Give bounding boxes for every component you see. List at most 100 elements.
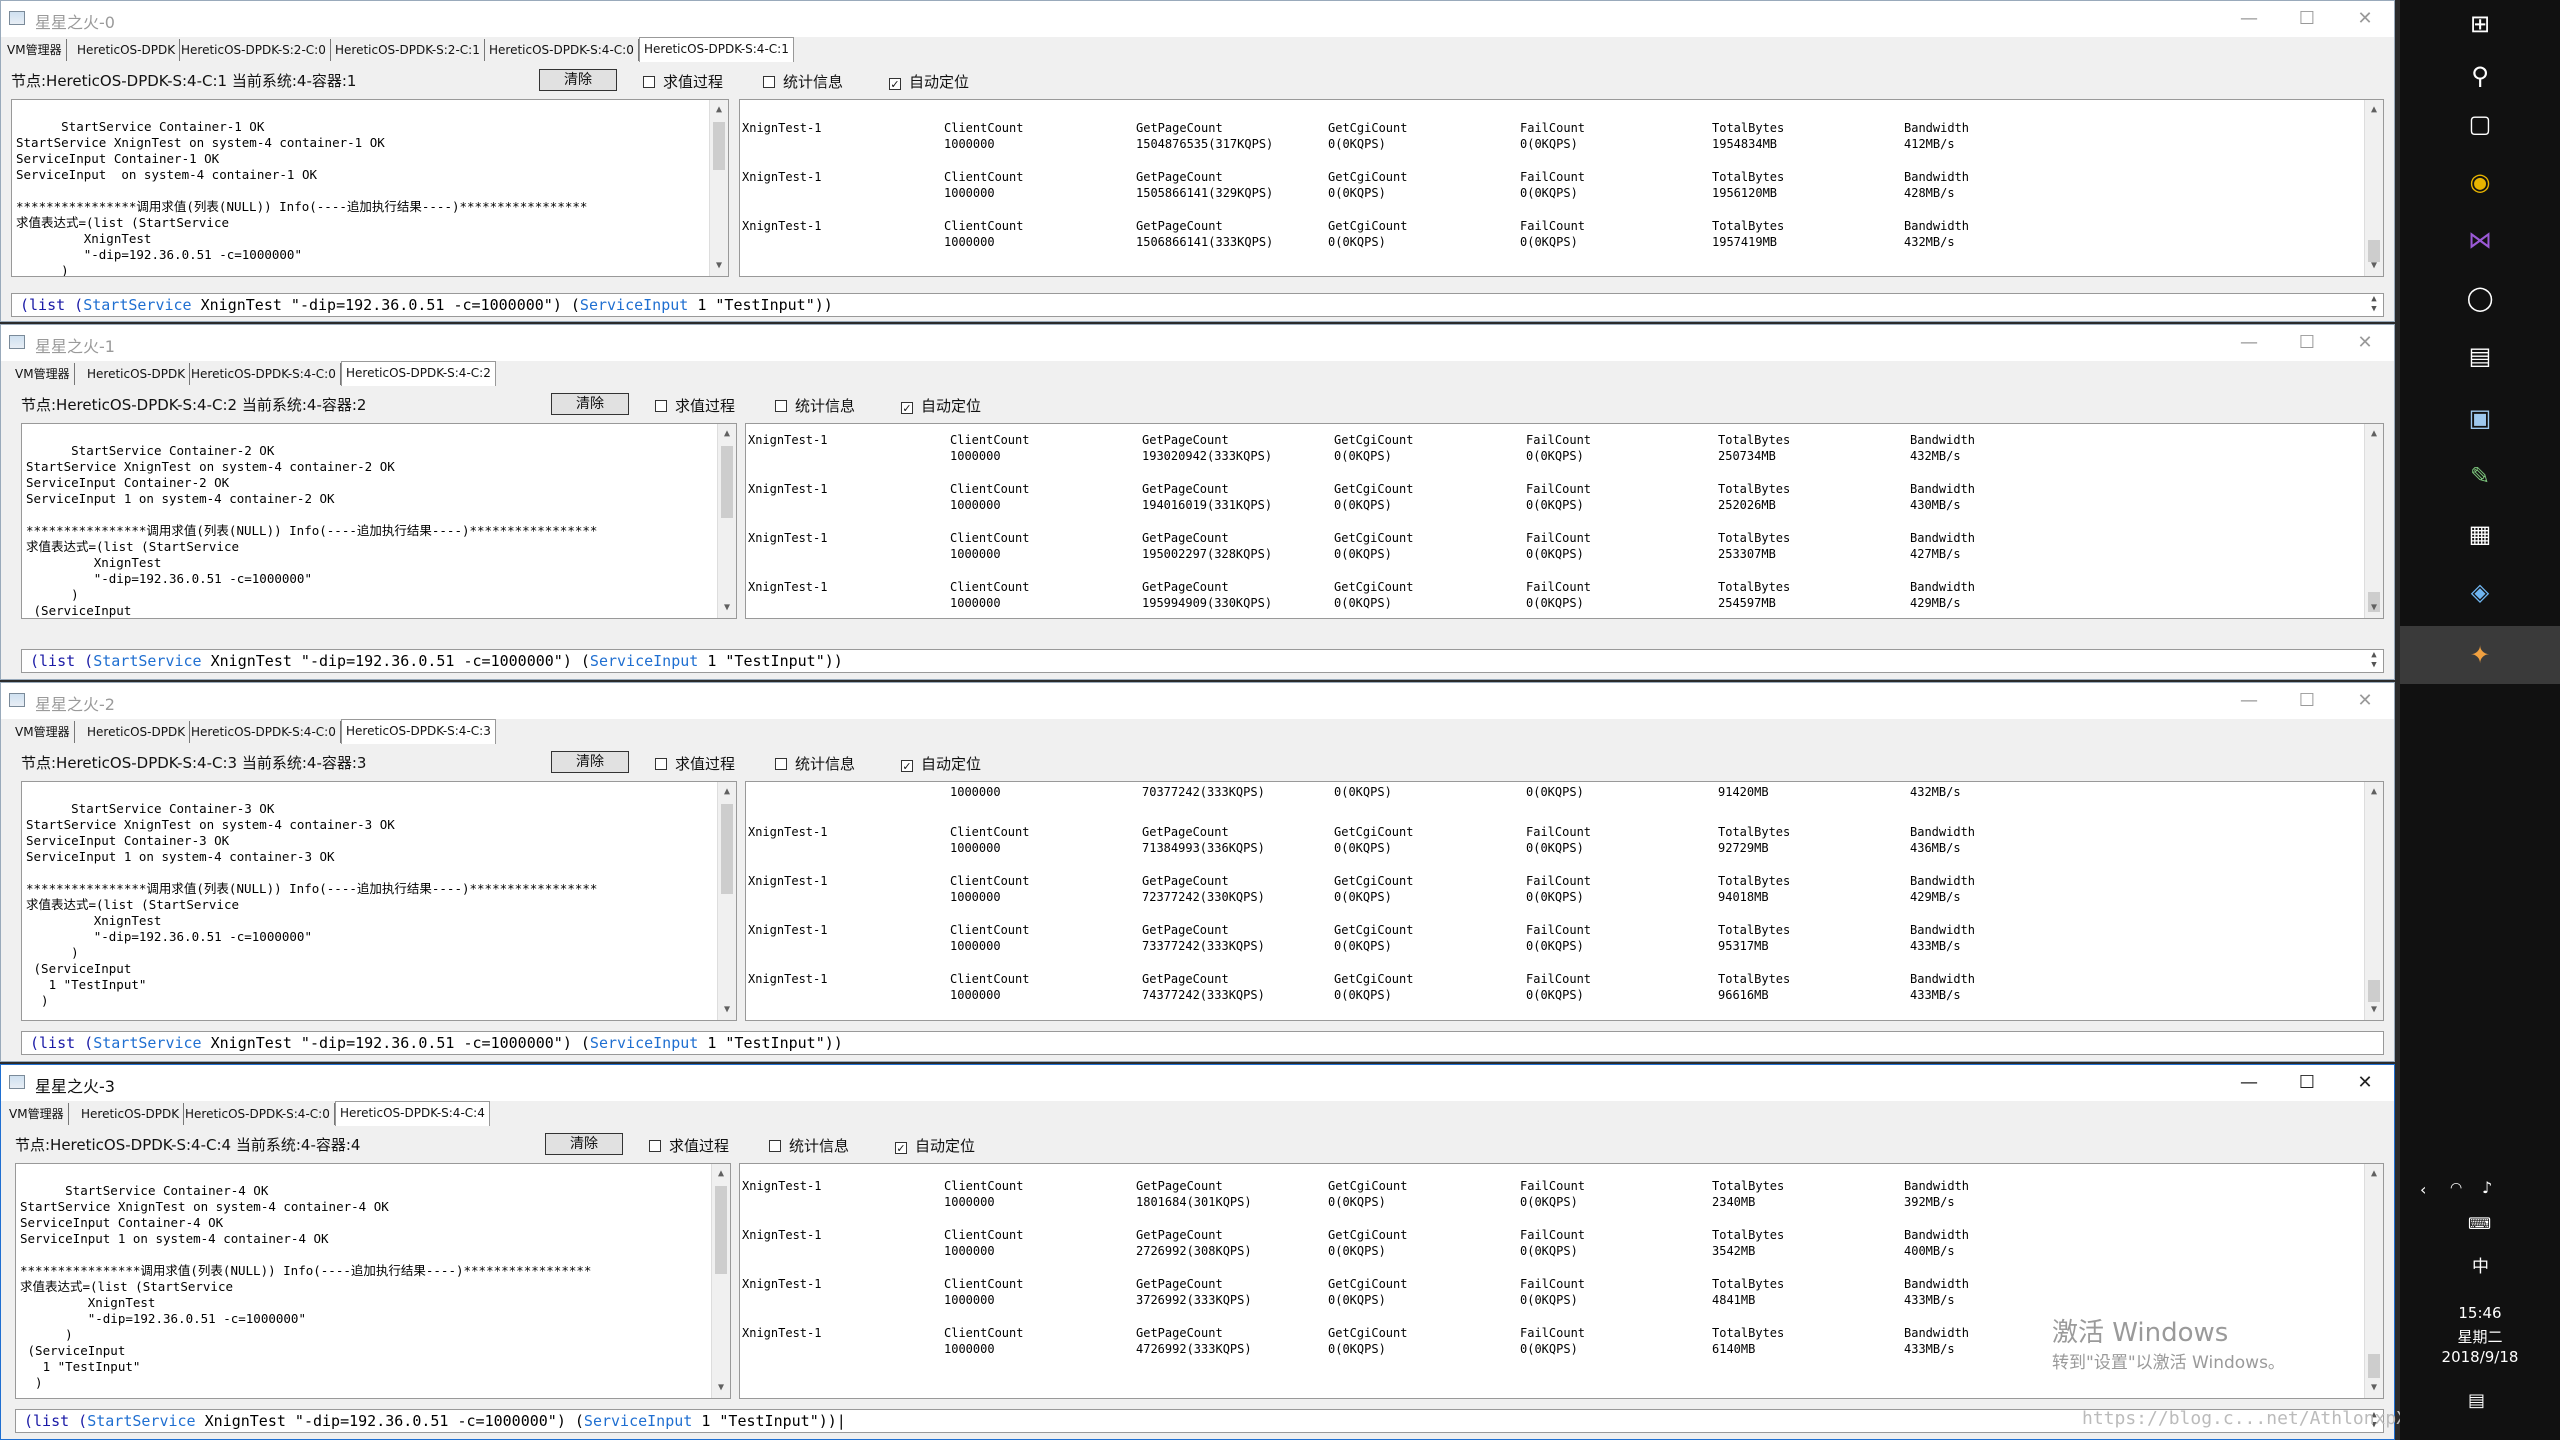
chevron-up-icon[interactable]: ‹	[2420, 1180, 2426, 1199]
command-input[interactable]: (list (StartService XnignTest "-dip=192.…	[21, 649, 2384, 673]
log-output[interactable]: StartService Container-1 OK StartService…	[11, 99, 729, 277]
search-icon[interactable]: ⚲	[2456, 52, 2504, 100]
titlebar[interactable]: 星星之火-2 — ☐ ✕	[1, 683, 2394, 719]
command-spin-icon[interactable]: ▲ ▼	[2365, 650, 2383, 672]
clock-time[interactable]: 15:46	[2400, 1304, 2560, 1322]
minimize-button[interactable]: —	[2220, 1065, 2278, 1101]
remote-desktop-icon[interactable]: ▣	[2456, 394, 2504, 442]
calculator-icon[interactable]: ▦	[2456, 510, 2504, 558]
maximize-button[interactable]: ☐	[2278, 325, 2336, 361]
tab-dpdk[interactable]: HereticOS-DPDK	[83, 363, 191, 385]
stats-panel[interactable]: ▲ ▼ XnignTest-1 ClientCount 1000000 GetPageC…	[745, 423, 2384, 619]
eval-process-checkbox[interactable]: 求值过程	[655, 753, 735, 774]
visual-studio-icon[interactable]: ⋈	[2456, 216, 2504, 264]
close-button[interactable]: ✕	[2336, 1065, 2394, 1101]
ime-indicator[interactable]: 中	[2472, 1252, 2489, 1277]
log-text: StartService Container-1 OK StartService…	[16, 119, 588, 277]
window-title: 星星之火-0	[35, 13, 115, 32]
minimize-button[interactable]: —	[2220, 1, 2278, 37]
stats-cell: Bandwidth 432MB/s	[1910, 433, 1976, 463]
maximize-button[interactable]: ☐	[2278, 1065, 2336, 1101]
volume-icon[interactable]: ♪	[2482, 1178, 2492, 1197]
stats-panel[interactable]: ▲ ▼ XnignTest-1 ClientCount 1000000 GetPageC…	[739, 99, 2384, 277]
window-3[interactable]: 星星之火-3 — ☐ ✕ VM管理器 HereticOS-DPDK Hereti…	[0, 1064, 2395, 1440]
eval-process-checkbox[interactable]: 求值过程	[643, 71, 723, 92]
titlebar[interactable]: 星星之火-3 — ☐ ✕	[1, 1065, 2394, 1101]
command-input[interactable]: (list (StartService XnignTest "-dip=192.…	[15, 1409, 2384, 1433]
close-button[interactable]: ✕	[2336, 683, 2394, 719]
stats-scrollbar[interactable]: ▲ ▼	[2364, 100, 2383, 276]
log-output[interactable]: StartService Container-3 OK StartService…	[21, 781, 737, 1021]
clear-button[interactable]: 清除	[551, 751, 629, 773]
terminal-icon[interactable]: ▤	[2456, 332, 2504, 380]
tab-s4c0[interactable]: HereticOS-DPDK-S:4-C:0	[187, 721, 341, 743]
eval-process-checkbox[interactable]: 求值过程	[649, 1135, 729, 1156]
minimize-button[interactable]: —	[2220, 683, 2278, 719]
stats-scrollbar[interactable]: ▲ ▼	[2364, 424, 2383, 618]
stats-panel[interactable]: ▲ ▼ 1000000 70377242(333KQPS) 0(0KQPS) 0(0KQ…	[745, 781, 2384, 1021]
tab-vm-manager[interactable]: VM管理器	[5, 1103, 69, 1125]
auto-position-checkbox[interactable]: ✓ 自动定位	[901, 753, 981, 774]
clear-button[interactable]: 清除	[551, 393, 629, 415]
windows-start-icon[interactable]: ⊞	[2456, 0, 2504, 48]
log-scrollbar[interactable]: ▲ ▼	[717, 782, 736, 1020]
close-button[interactable]: ✕	[2336, 1, 2394, 37]
wifi-icon[interactable]: ◠	[2450, 1180, 2462, 1196]
stats-scrollbar[interactable]: ▲ ▼	[2364, 1164, 2383, 1398]
tab-s4c1[interactable]: HereticOS-DPDK-S:4-C:1	[639, 37, 794, 62]
stats-scrollbar[interactable]: ▲ ▼	[2364, 782, 2383, 1020]
chrome-icon[interactable]: ◉	[2456, 158, 2504, 206]
tab-vm-manager[interactable]: VM管理器	[3, 39, 67, 61]
minimize-button[interactable]: —	[2220, 325, 2278, 361]
stats-info-checkbox[interactable]: 统计信息	[775, 395, 855, 416]
tab-s2c0[interactable]: HereticOS-DPDK-S:2-C:0	[177, 39, 331, 61]
app-icon-active[interactable]: ✦	[2400, 626, 2560, 684]
window-0[interactable]: 星星之火-0 — ☐ ✕ VM管理器 HereticOS-DPDK Hereti…	[0, 0, 2395, 322]
tab-s4c0[interactable]: HereticOS-DPDK-S:4-C:0	[485, 39, 639, 61]
stats-service-name: XnignTest-1	[748, 482, 828, 496]
window-1[interactable]: 星星之火-1 — ☐ ✕ VM管理器 HereticOS-DPDK Hereti…	[0, 324, 2395, 680]
task-view-icon[interactable]: ▢	[2456, 100, 2504, 148]
log-output[interactable]: StartService Container-2 OK StartService…	[21, 423, 737, 619]
log-output[interactable]: StartService Container-4 OK StartService…	[15, 1163, 731, 1399]
notepad-icon[interactable]: ✎	[2456, 452, 2504, 500]
ie-icon[interactable]: ◈	[2456, 568, 2504, 616]
tab-s4c4[interactable]: HereticOS-DPDK-S:4-C:4	[335, 1101, 490, 1126]
tab-dpdk[interactable]: HereticOS-DPDK	[73, 39, 181, 61]
titlebar[interactable]: 星星之火-1 — ☐ ✕	[1, 325, 2394, 361]
command-spin-icon[interactable]: ▲ ▼	[2365, 294, 2383, 316]
tab-s4c0[interactable]: HereticOS-DPDK-S:4-C:0	[187, 363, 341, 385]
opera-icon[interactable]: ◯	[2456, 274, 2504, 322]
window-2[interactable]: 星星之火-2 — ☐ ✕ VM管理器 HereticOS-DPDK Hereti…	[0, 682, 2395, 1062]
tab-s4c3[interactable]: HereticOS-DPDK-S:4-C:3	[341, 719, 496, 744]
titlebar[interactable]: 星星之火-0 — ☐ ✕	[1, 1, 2394, 37]
clear-button[interactable]: 清除	[539, 69, 617, 91]
tab-s4c2[interactable]: HereticOS-DPDK-S:4-C:2	[341, 361, 496, 386]
tab-dpdk[interactable]: HereticOS-DPDK	[77, 1103, 185, 1125]
command-input[interactable]: (list (StartService XnignTest "-dip=192.…	[21, 1031, 2384, 1055]
log-scrollbar[interactable]: ▲ ▼	[717, 424, 736, 618]
tab-vm-manager[interactable]: VM管理器	[11, 721, 75, 743]
stats-cell: GetCgiCount 0(0KQPS)	[1334, 825, 1414, 855]
command-input[interactable]: (list (StartService XnignTest "-dip=192.…	[11, 293, 2384, 317]
tab-s4c0[interactable]: HereticOS-DPDK-S:4-C:0	[181, 1103, 335, 1125]
auto-position-checkbox[interactable]: ✓ 自动定位	[901, 395, 981, 416]
tab-dpdk[interactable]: HereticOS-DPDK	[83, 721, 191, 743]
auto-position-checkbox[interactable]: ✓ 自动定位	[889, 71, 969, 92]
maximize-button[interactable]: ☐	[2278, 1, 2336, 37]
eval-process-checkbox[interactable]: 求值过程	[655, 395, 735, 416]
tab-vm-manager[interactable]: VM管理器	[11, 363, 75, 385]
log-scrollbar[interactable]: ▲ ▼	[711, 1164, 730, 1398]
tab-s2c1[interactable]: HereticOS-DPDK-S:2-C:1	[331, 39, 485, 61]
close-button[interactable]: ✕	[2336, 325, 2394, 361]
stats-info-checkbox[interactable]: 统计信息	[769, 1135, 849, 1156]
log-scrollbar[interactable]: ▲ ▼	[709, 100, 728, 276]
maximize-button[interactable]: ☐	[2278, 683, 2336, 719]
stats-cell: Bandwidth 433MB/s	[1904, 1326, 1970, 1356]
clear-button[interactable]: 清除	[545, 1133, 623, 1155]
auto-position-checkbox[interactable]: ✓ 自动定位	[895, 1135, 975, 1156]
stats-info-checkbox[interactable]: 统计信息	[775, 753, 855, 774]
notification-icon[interactable]: ▤	[2468, 1390, 2485, 1411]
stats-info-checkbox[interactable]: 统计信息	[763, 71, 843, 92]
keyboard-icon[interactable]: ⌨	[2468, 1214, 2491, 1233]
